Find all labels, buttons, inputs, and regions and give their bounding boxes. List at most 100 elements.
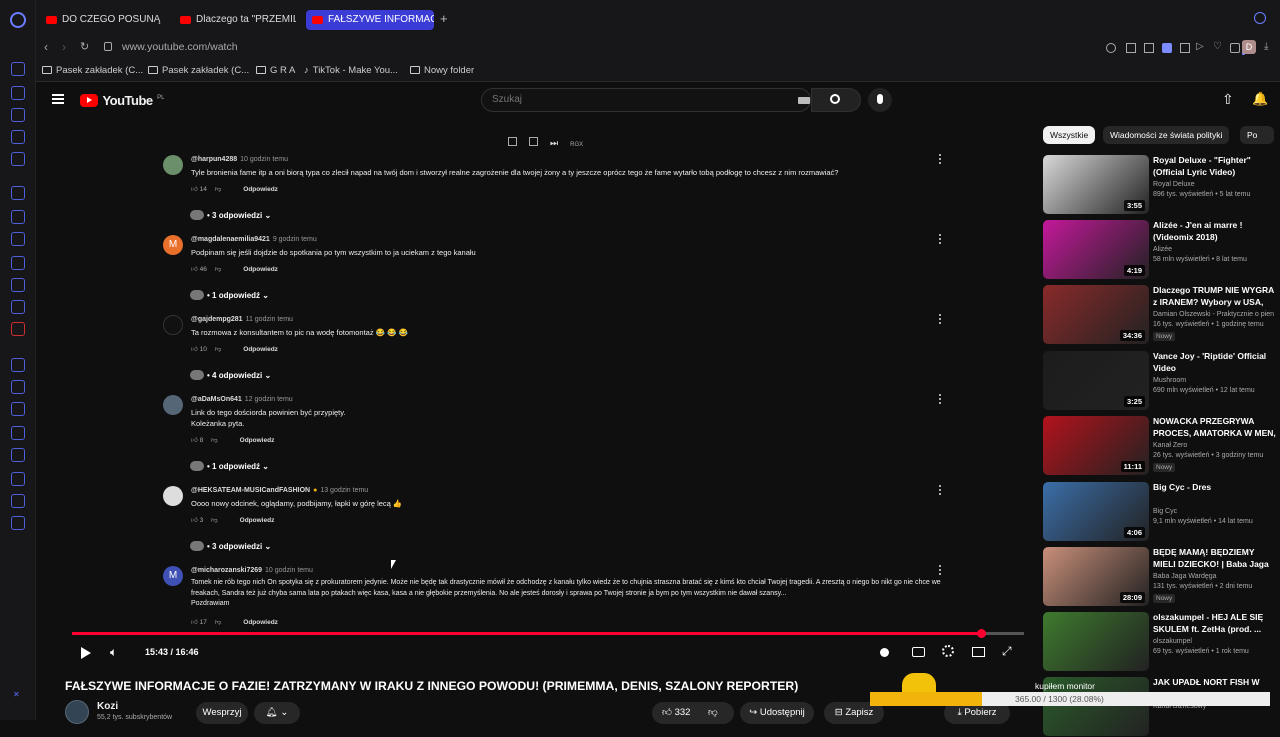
screenshot-icon[interactable] <box>1144 43 1154 53</box>
reply-button[interactable]: Odpowiedz <box>243 619 278 626</box>
like-button[interactable]: 👍︎ 332 👎︎ <box>652 702 734 724</box>
like-icon[interactable]: 👍︎ <box>191 619 198 626</box>
rec-channel[interactable]: Kanał Zero <box>1153 442 1187 449</box>
fullscreen-icon[interactable]: ⤢ <box>1002 644 1012 659</box>
rec-channel[interactable]: olszakumpel <box>1153 638 1192 645</box>
video-thumbnail[interactable]: 3:25 <box>1043 351 1149 410</box>
progress-scrubber[interactable] <box>977 629 986 638</box>
subtitles-icon[interactable] <box>912 647 925 657</box>
comment-menu-icon[interactable] <box>939 565 942 576</box>
comment-author[interactable]: @aDaMsOn641 12 godzin temu <box>191 396 293 403</box>
rec-title[interactable]: Dlaczego TRUMP NIE WYGRA z IRANEM? Wybor… <box>1153 285 1279 309</box>
comment-author[interactable]: @gajdempg281 11 godzin temu <box>191 316 293 323</box>
pin-icon[interactable] <box>1126 43 1136 53</box>
rec-title[interactable]: Big Cyc - Dres <box>1153 482 1279 494</box>
chip-all[interactable]: Wszystkie <box>1043 126 1096 144</box>
dislike-icon[interactable]: 👎︎ <box>215 186 222 193</box>
play-icon[interactable] <box>81 647 91 659</box>
video-thumbnail[interactable] <box>1043 612 1149 671</box>
upload-icon[interactable]: ⇧ <box>1222 91 1234 108</box>
reply-button[interactable]: Odpowiedz <box>243 266 278 273</box>
send-icon[interactable]: ▷ <box>1196 41 1204 52</box>
video-thumbnail[interactable]: 3:55 <box>1043 155 1149 214</box>
notifications-icon[interactable]: 🔔 <box>1252 91 1268 107</box>
comment-menu-icon[interactable] <box>939 154 942 165</box>
replies-toggle[interactable]: • 3 odpowiedzi ⌄ <box>190 541 271 551</box>
replies-toggle[interactable]: • 1 odpowiedź ⌄ <box>190 461 269 471</box>
recommendation-item[interactable]: 4:06 Big Cyc - Dres Big Cyc 9,1 mln wyświet… <box>1043 482 1280 542</box>
recommendation-item[interactable]: 3:25 Vance Joy - 'Riptide' Official Video… <box>1043 351 1280 411</box>
rec-title[interactable]: NOWACKA PRZEGRYWA PROCES, AMATORKA W MEN… <box>1153 416 1279 440</box>
avatar[interactable] <box>163 155 183 175</box>
video-thumbnail[interactable]: 28:09 <box>1043 547 1149 606</box>
comment-menu-icon[interactable] <box>939 234 942 245</box>
like-icon[interactable]: 👍︎ <box>191 346 198 353</box>
rec-channel[interactable]: Royal Deluxe <box>1153 181 1195 188</box>
like-icon[interactable]: 👍︎ <box>191 517 198 524</box>
video-thumbnail[interactable]: 4:06 <box>1043 482 1149 541</box>
replies-toggle[interactable]: • 3 odpowiedzi ⌄ <box>190 210 271 220</box>
profile-avatar[interactable]: D <box>1242 40 1256 54</box>
comment-menu-icon[interactable] <box>939 394 942 405</box>
comment-author[interactable]: @harpun4288 10 godzin temu <box>191 156 288 163</box>
video-popout-icon[interactable] <box>1180 43 1190 53</box>
rec-title[interactable]: olszakumpel - HEJ ALE SIĘ SKULEM ft. Zet… <box>1153 612 1279 635</box>
avatar[interactable]: M <box>163 235 183 255</box>
chip-more[interactable]: Po <box>1240 126 1274 144</box>
volume-icon[interactable]: 🔈︎ <box>110 645 117 660</box>
dislike-icon[interactable]: 👎︎ <box>211 517 218 524</box>
like-icon[interactable]: 👍︎ <box>191 186 198 193</box>
comment-author[interactable]: @magdalenaemilia9421 9 godzin temu <box>191 236 317 243</box>
recommendation-item[interactable]: olszakumpel - HEJ ALE SIĘ SKULEM ft. Zet… <box>1043 612 1280 672</box>
reply-button[interactable]: Odpowiedz <box>243 186 278 193</box>
settings-icon[interactable] <box>942 645 954 657</box>
reply-button[interactable]: Odpowiedz <box>243 346 278 353</box>
rec-title[interactable]: BĘDĘ MAMĄ! BĘDZIEMY MIELI DZIECKO! | Bab… <box>1153 547 1279 571</box>
reply-button[interactable]: Odpowiedz <box>240 437 275 444</box>
channel-name[interactable]: Kozi <box>97 701 118 712</box>
dislike-icon[interactable]: 👎︎ <box>708 702 718 724</box>
recommendation-item[interactable]: 11:11 NOWACKA PRZEGRYWA PROCES, AMATORKA … <box>1043 416 1280 476</box>
rec-title[interactable]: Royal Deluxe - "Fighter" (Official Lyric… <box>1153 155 1279 178</box>
extensions-icon[interactable] <box>1230 43 1240 53</box>
replies-toggle[interactable]: • 1 odpowiedź ⌄ <box>190 290 269 300</box>
support-button[interactable]: Wesprzyj <box>196 702 248 724</box>
miniplayer-icon[interactable] <box>972 647 985 657</box>
dislike-icon[interactable]: 👎︎ <box>215 619 222 626</box>
avatar[interactable] <box>163 395 183 415</box>
download-icon[interactable]: ⤓ <box>1264 41 1268 52</box>
replies-toggle[interactable]: • 4 odpowiedzi ⌄ <box>190 370 271 380</box>
rec-channel[interactable]: Mushroom <box>1153 377 1186 384</box>
video-thumbnail[interactable]: 4:19 <box>1043 220 1149 279</box>
recommendation-item[interactable]: 3:55 Royal Deluxe - "Fighter" (Official L… <box>1043 155 1280 215</box>
search-tabs-icon[interactable] <box>1254 12 1266 24</box>
dislike-icon[interactable]: 👎︎ <box>215 346 222 353</box>
autoplay-toggle-icon[interactable] <box>880 648 889 657</box>
zoom-icon[interactable] <box>1106 43 1116 53</box>
avatar[interactable] <box>163 315 183 335</box>
video-thumbnail[interactable]: 11:11 <box>1043 416 1149 475</box>
shield-icon[interactable] <box>1162 43 1172 53</box>
rec-channel[interactable]: Alizée <box>1153 246 1172 253</box>
subscribe-bell-button[interactable]: 🔔︎ ⌄ <box>254 702 300 724</box>
recommendation-item[interactable]: 34:36 Dlaczego TRUMP NIE WYGRA z IRANEM? … <box>1043 285 1280 345</box>
dislike-icon[interactable]: 👎︎ <box>215 266 222 273</box>
progress-played[interactable] <box>72 632 982 635</box>
like-icon[interactable]: 👍︎ <box>191 266 198 273</box>
comment-author[interactable]: @HEKSATEAM-MUSICandFASHION ● 13 godzin tem… <box>191 487 368 494</box>
rec-channel[interactable]: Big Cyc <box>1153 508 1177 515</box>
comment-menu-icon[interactable] <box>939 485 942 496</box>
rec-channel[interactable]: Baba Jaga Wardęga <box>1153 573 1217 580</box>
recommendation-item[interactable]: 4:19 Alizée - J'en ai marre ! (Videomix 2… <box>1043 220 1280 280</box>
avatar[interactable] <box>163 486 183 506</box>
comment-author[interactable]: @micharozanski7269 10 godzin temu <box>191 567 313 574</box>
progress-remaining[interactable] <box>982 632 1024 635</box>
video-thumbnail[interactable]: 34:36 <box>1043 285 1149 344</box>
reply-button[interactable]: Odpowiedz <box>240 517 275 524</box>
avatar[interactable]: M <box>163 566 183 586</box>
rec-title[interactable]: Vance Joy - 'Riptide' Official Video <box>1153 351 1279 374</box>
share-button[interactable]: ↪ Udostępnij <box>740 702 814 724</box>
channel-avatar[interactable] <box>65 700 89 724</box>
rec-title[interactable]: Alizée - J'en ai marre ! (Videomix 2018) <box>1153 220 1279 243</box>
rec-title[interactable]: JAK UPADŁ NORT FISH W <box>1153 677 1279 689</box>
